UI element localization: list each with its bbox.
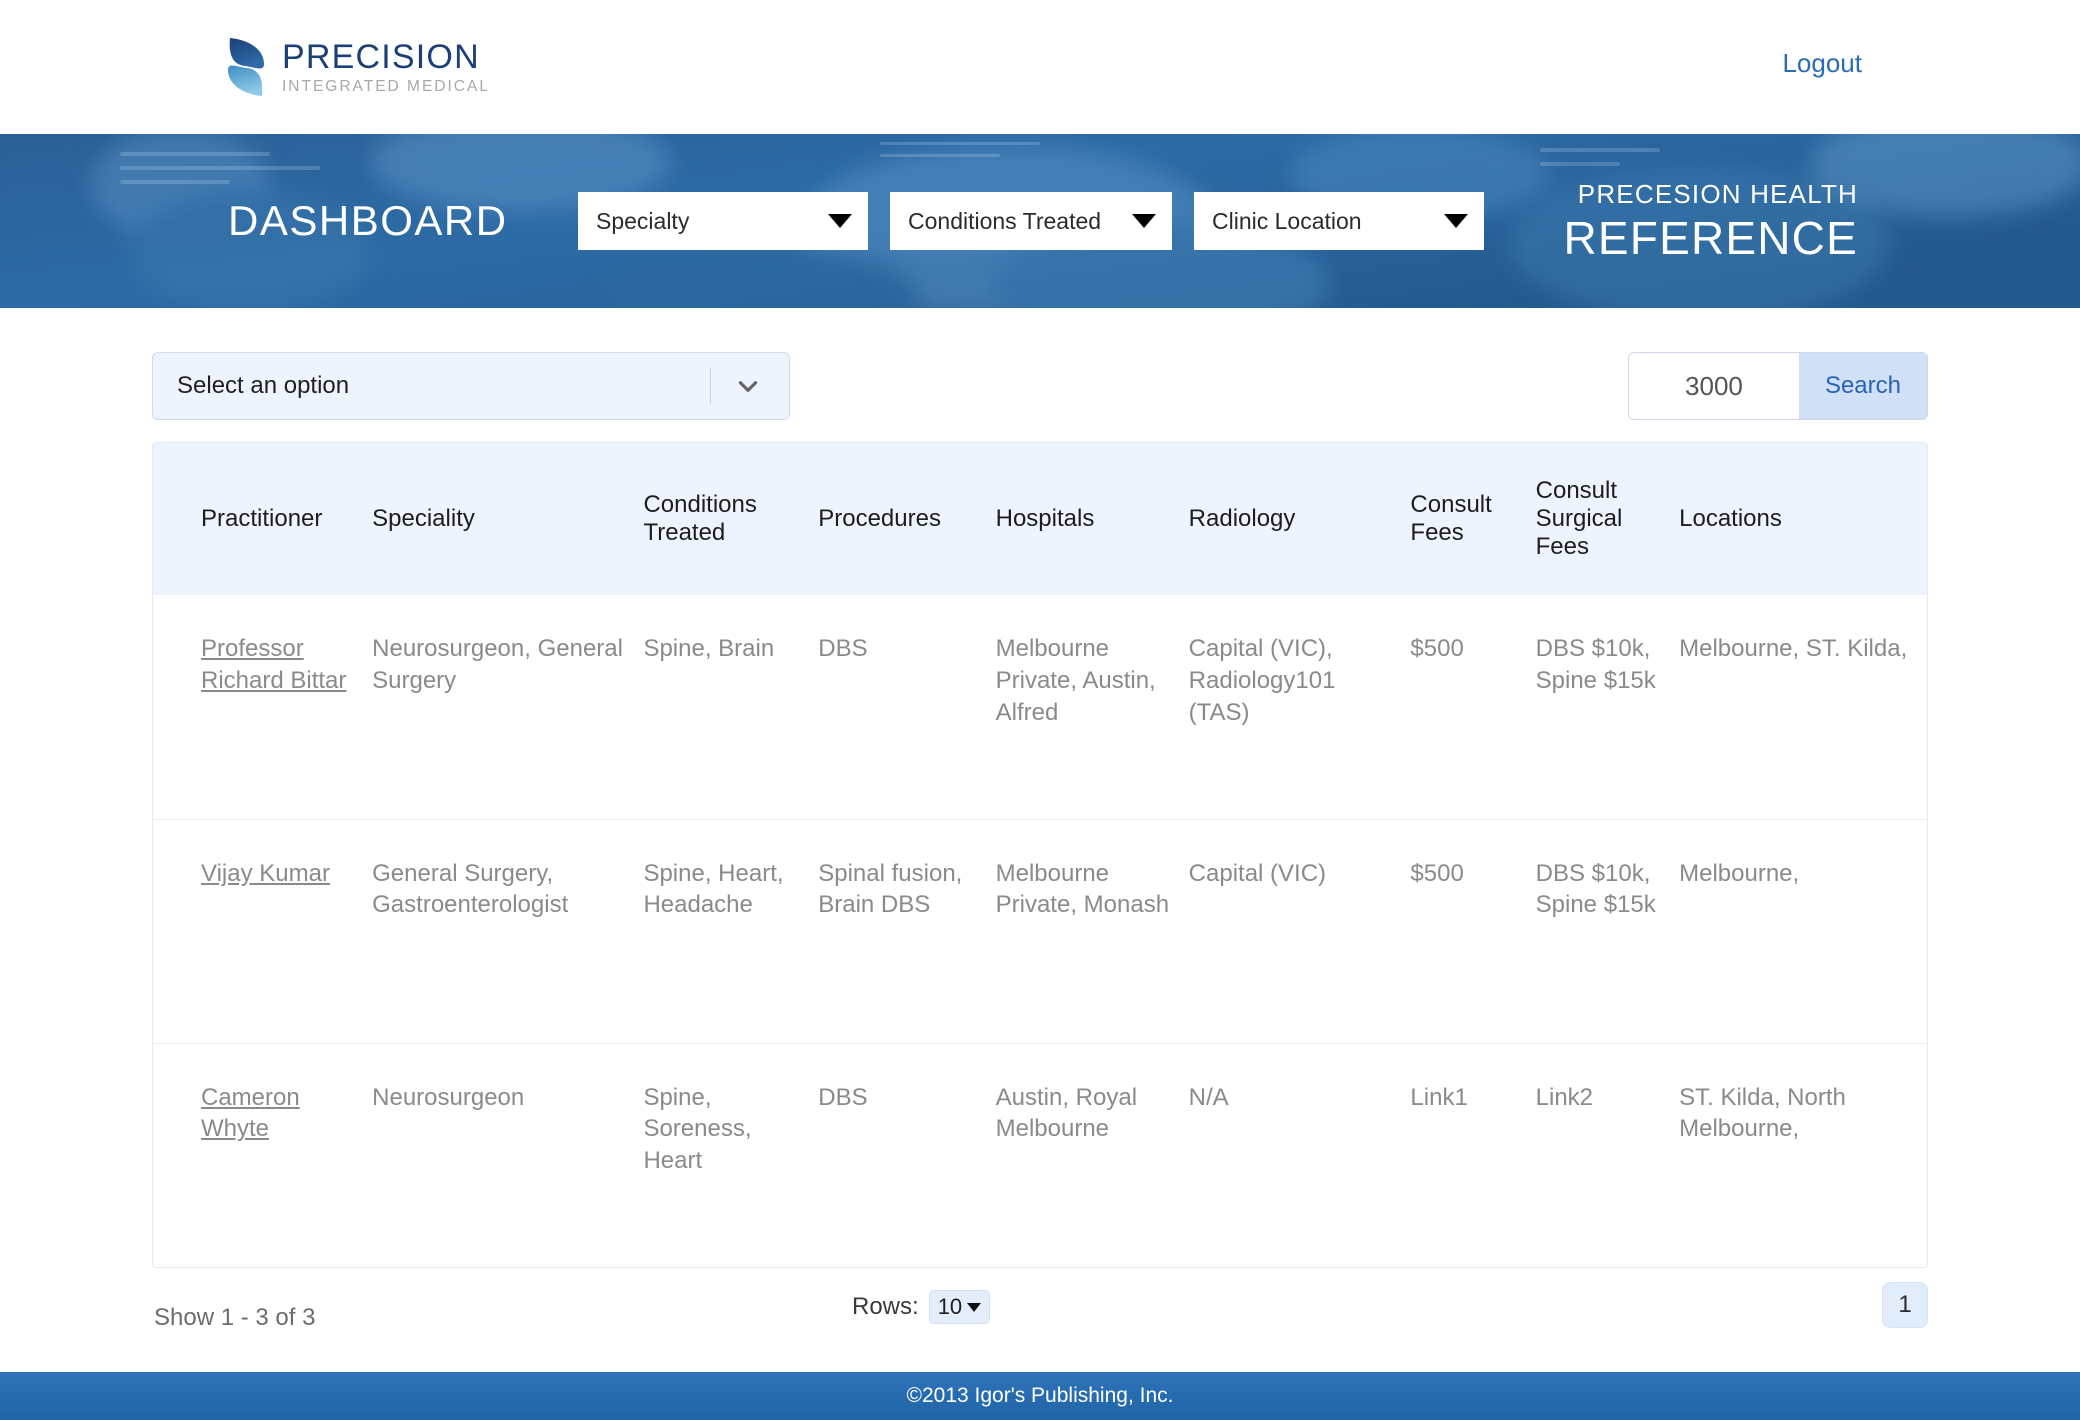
cell-conditions: Spine, Brain: [643, 635, 775, 662]
cell-locations: Melbourne,: [1679, 818, 1927, 1043]
search-box: Search: [1627, 352, 1928, 420]
logout-link[interactable]: Logout: [1782, 48, 1862, 79]
cell-hospitals: Melbourne Private, Monash: [995, 818, 1189, 1043]
triangle-down-icon: [1444, 214, 1468, 228]
copyright-text: ©2013 Igor's Publishing, Inc.: [906, 1384, 1174, 1407]
site-footer: ©2013 Igor's Publishing, Inc.: [0, 1372, 2080, 1420]
column-header-conditions-treated[interactable]: Conditions Treated: [643, 443, 818, 595]
cell-locations: Melbourne, ST. Kilda,: [1679, 635, 1908, 662]
cell-radiology: Capital (VIC): [1188, 818, 1411, 1043]
cell-radiology: Capital (VIC), Radiology101 (TAS): [1188, 635, 1336, 726]
rows-per-page-group: Rows: 10: [852, 1290, 991, 1324]
column-header-consult-fees[interactable]: Consult Fees: [1410, 443, 1535, 595]
rows-per-page-select[interactable]: 10: [928, 1290, 991, 1324]
practitioner-link[interactable]: Cameron Whyte: [201, 1084, 300, 1143]
table-header-row: Practitioner Speciality Conditions Treat…: [153, 443, 1927, 595]
cell-consult-fees: $500: [1410, 818, 1536, 1043]
practitioners-table-container: Practitioner Speciality Conditions Treat…: [152, 442, 1928, 1268]
result-count-text: Show 1 - 3 of 3: [154, 1304, 316, 1331]
specialty-select[interactable]: Specialty: [578, 192, 868, 250]
column-header-hospitals[interactable]: Hospitals: [996, 443, 1189, 595]
cell-practitioner: Professor Richard Bittar: [153, 595, 372, 819]
main-content: Select an option Search: [0, 308, 2080, 1346]
reference-brand-line1: PRECESION HEALTH: [1577, 179, 1858, 209]
cell-consult-surgical-fees: DBS $10k, Spine $15k: [1535, 635, 1656, 694]
pagination-bar: Show 1 - 3 of 3 Rows: 10 1: [152, 1268, 1928, 1346]
rows-per-page-label: Rows:: [852, 1293, 919, 1320]
triangle-down-icon: [1132, 214, 1156, 228]
brand-logo[interactable]: PRECISION INTEGRATED MEDICAL: [222, 36, 490, 98]
banner-content: DASHBOARD Specialty Conditions Treated C…: [0, 134, 2080, 308]
top-bar: PRECISION INTEGRATED MEDICAL Logout: [0, 0, 2080, 134]
cell-conditions: Spine, Soreness, Heart: [643, 1042, 819, 1267]
divider: [710, 368, 711, 404]
column-header-speciality[interactable]: Speciality: [372, 443, 643, 595]
table-row: Cameron Whyte Neurosurgeon Spine, Sorene…: [153, 1042, 1927, 1267]
brand-logo-text: PRECISION INTEGRATED MEDICAL: [282, 40, 490, 95]
option-select[interactable]: Select an option: [152, 352, 790, 420]
controls-bar: Select an option Search: [152, 308, 1928, 442]
cell-hospitals: Melbourne Private, Austin, Alfred: [995, 635, 1156, 726]
conditions-treated-select[interactable]: Conditions Treated: [890, 192, 1172, 250]
cell-speciality: General Surgery, Gastroenterologist: [372, 818, 644, 1043]
cell-procedures: Spinal fusion, Brain DBS: [818, 818, 996, 1043]
search-button[interactable]: Search: [1798, 353, 1927, 419]
cell-speciality: Neurosurgeon, General Surgery: [372, 635, 623, 694]
page-1-button[interactable]: 1: [1882, 1282, 1928, 1328]
clinic-location-select[interactable]: Clinic Location: [1194, 192, 1484, 250]
cell-consult-fees: $500: [1410, 635, 1464, 662]
practitioners-table: Practitioner Speciality Conditions Treat…: [153, 443, 1927, 1267]
cell-speciality: Neurosurgeon: [372, 1042, 644, 1267]
reference-brand-line2: REFERENCE: [1563, 212, 1858, 264]
cell-radiology: N/A: [1188, 1042, 1411, 1267]
cell-procedures: DBS: [818, 1042, 996, 1267]
cell-locations: ST. Kilda, North Melbourne,: [1679, 1042, 1927, 1267]
cell-conditions: Spine, Heart, Headache: [643, 818, 819, 1043]
search-input[interactable]: [1628, 353, 1799, 419]
table-row: Vijay Kumar General Surgery, Gastroenter…: [153, 818, 1927, 1043]
dashboard-banner: DASHBOARD Specialty Conditions Treated C…: [0, 134, 2080, 308]
practitioner-link[interactable]: Vijay Kumar: [201, 860, 330, 887]
cell-consult-surgical-fees: DBS $10k, Spine $15k: [1535, 818, 1680, 1043]
option-select-trigger: [710, 368, 789, 404]
brand-logo-subtitle: INTEGRATED MEDICAL: [282, 77, 490, 95]
chevron-down-icon: [735, 373, 761, 399]
banner-filters: Specialty Conditions Treated Clinic Loca…: [578, 192, 1484, 250]
column-header-locations[interactable]: Locations: [1679, 443, 1927, 595]
chevron-down-icon: [967, 1302, 982, 1312]
rows-per-page-value: 10: [937, 1294, 963, 1319]
table-body: Professor Richard Bittar Neurosurgeon, G…: [153, 595, 1927, 1267]
app-page: PRECISION INTEGRATED MEDICAL Logout DASH…: [0, 0, 2080, 1420]
reference-brand: PRECESION HEALTH REFERENCE: [1563, 181, 1858, 261]
triangle-down-icon: [828, 214, 852, 228]
column-header-practitioner[interactable]: Practitioner: [153, 443, 372, 595]
cell-practitioner: Vijay Kumar: [153, 818, 373, 1043]
column-header-consult-surgical-fees[interactable]: Consult Surgical Fees: [1536, 443, 1679, 595]
conditions-treated-select-label: Conditions Treated: [908, 207, 1102, 234]
cell-procedures: DBS: [818, 635, 868, 662]
brand-logo-title: PRECISION: [282, 37, 480, 76]
column-header-procedures[interactable]: Procedures: [818, 443, 995, 595]
page-title: DASHBOARD: [228, 197, 508, 244]
cell-hospitals: Austin, Royal Melbourne: [995, 1042, 1189, 1267]
table-row: Professor Richard Bittar Neurosurgeon, G…: [153, 595, 1927, 819]
specialty-select-label: Specialty: [596, 207, 690, 234]
column-header-radiology[interactable]: Radiology: [1189, 443, 1411, 595]
clinic-location-select-label: Clinic Location: [1212, 207, 1362, 234]
table-header: Practitioner Speciality Conditions Treat…: [153, 443, 1927, 595]
option-select-label: Select an option: [177, 372, 350, 399]
cell-consult-surgical-fees[interactable]: Link2: [1535, 1042, 1680, 1267]
cell-consult-fees[interactable]: Link1: [1410, 1042, 1536, 1267]
precision-ribbon-logo-icon: [228, 38, 264, 96]
practitioner-link[interactable]: Professor Richard Bittar: [201, 635, 346, 694]
cell-practitioner: Cameron Whyte: [153, 1042, 373, 1267]
